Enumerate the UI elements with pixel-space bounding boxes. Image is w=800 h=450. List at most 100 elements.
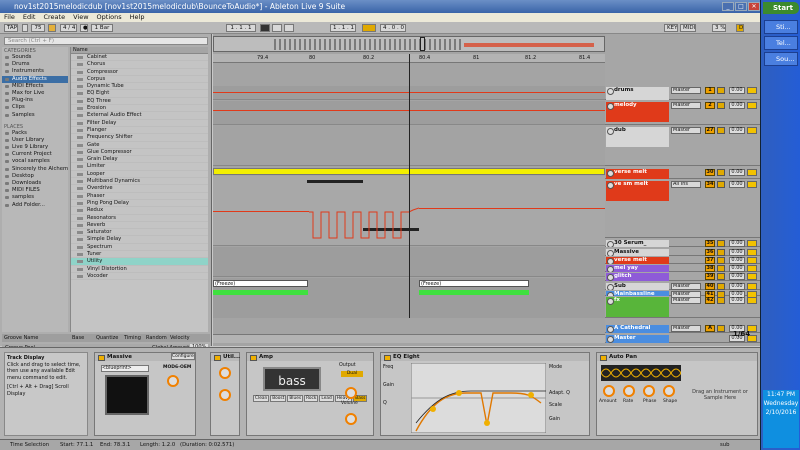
place-item[interactable]: MIDI FILES <box>2 187 68 194</box>
automation-curve[interactable] <box>309 202 419 240</box>
solo-button[interactable] <box>717 102 725 109</box>
play-button[interactable] <box>260 24 270 32</box>
solo-button[interactable] <box>717 325 725 332</box>
arm-button[interactable] <box>747 283 757 290</box>
amount-knob[interactable] <box>603 385 615 397</box>
browser-item[interactable]: Redux <box>71 207 208 215</box>
track-output-menu[interactable]: Master <box>671 102 701 109</box>
place-item[interactable]: Downloads <box>2 180 68 187</box>
browser-item[interactable]: Vocoder <box>71 273 208 281</box>
amp-mode-button[interactable]: Rock <box>304 395 319 402</box>
fx-clip[interactable] <box>419 290 529 295</box>
track-output-menu[interactable]: Master <box>671 283 701 290</box>
menu-edit[interactable]: Edit <box>19 13 40 21</box>
track-activator[interactable]: 1 <box>705 87 715 94</box>
base-col[interactable]: Base <box>72 334 96 342</box>
loop-switch[interactable] <box>362 24 376 32</box>
menu-options[interactable]: Options <box>93 13 126 21</box>
amp-type-display[interactable]: bass <box>263 367 321 391</box>
browser-item[interactable]: Flanger <box>71 127 208 135</box>
massive-device[interactable]: Massive Configure <blueprint> MOD6-OEM <box>94 352 196 436</box>
browser-item[interactable]: Vinyl Distortion <box>71 266 208 273</box>
name-column-header[interactable]: Name <box>71 47 208 54</box>
amp-title[interactable]: Amp <box>247 353 373 361</box>
track-name[interactable]: 30 Serum_ <box>606 240 669 247</box>
menu-help[interactable]: Help <box>126 13 149 21</box>
quantization-menu[interactable]: 1 Bar <box>91 24 113 32</box>
taskbar-item[interactable]: Sou... <box>764 52 798 66</box>
utility-knob[interactable] <box>219 389 231 401</box>
arm-button[interactable] <box>747 102 757 109</box>
track-volume[interactable]: 0.00 <box>729 181 745 188</box>
taskbar-item[interactable]: Tel... <box>764 36 798 50</box>
browser-item[interactable]: Looper <box>71 171 208 179</box>
arm-button[interactable] <box>747 257 757 264</box>
eq-title[interactable]: EQ Eight <box>381 353 589 361</box>
time-ruler-bottom[interactable] <box>213 334 605 343</box>
solo-button[interactable] <box>717 273 725 280</box>
amp-device[interactable]: Amp bass Clean Boost Blues Rock Lead Heavy Bas… <box>246 352 374 436</box>
track-header[interactable]: drums Master 1 0.00 <box>605 86 760 100</box>
key-map-button[interactable]: KEY <box>664 24 678 32</box>
drop-zone[interactable]: Drag an Instrument or Sample Here <box>685 389 755 401</box>
taskbar-item[interactable]: Sti... <box>764 20 798 34</box>
track-activator[interactable]: 2 <box>705 102 715 109</box>
browser-item[interactable]: Filter Delay <box>71 120 208 127</box>
eq-graph[interactable] <box>411 363 546 433</box>
browser-item[interactable]: EQ Eight <box>71 90 208 98</box>
freeze-clip[interactable]: (Freeze) <box>213 280 308 287</box>
category-item-audio-effects[interactable]: Audio Effects <box>2 75 68 83</box>
browser-item[interactable]: Phaser <box>71 193 208 200</box>
close-button[interactable]: ✕ <box>748 2 760 11</box>
shape-knob[interactable] <box>663 385 675 397</box>
solo-button[interactable] <box>717 249 725 256</box>
arrangement-position[interactable]: 1 . 1 . 1 <box>226 24 256 32</box>
browser-item[interactable]: Tuner <box>71 251 208 259</box>
track-name[interactable]: drums <box>606 87 669 100</box>
solo-button[interactable] <box>717 257 725 264</box>
arm-button[interactable] <box>747 169 757 176</box>
velocity-col[interactable]: Velocity <box>170 334 194 342</box>
browser-search-input[interactable]: Search (Ctrl + F) <box>4 37 208 45</box>
overview-viewport[interactable] <box>420 37 425 51</box>
track-volume[interactable]: 0.00 <box>729 297 745 304</box>
browser-item[interactable]: Corpus <box>71 76 208 84</box>
track-volume[interactable]: 0.00 <box>729 265 745 272</box>
track-header[interactable]: fx Master 42 0.00 <box>605 296 760 318</box>
clock-time[interactable]: 11:47 PM <box>763 390 799 399</box>
arm-button[interactable] <box>747 181 757 188</box>
nudge-button[interactable] <box>48 24 56 32</box>
arm-button[interactable] <box>747 127 757 134</box>
macro-knob[interactable] <box>167 375 179 387</box>
track-activator[interactable]: 40 <box>705 283 715 290</box>
track-volume[interactable]: 0.00 <box>729 87 745 94</box>
track-header[interactable]: Massive 36 0.00 <box>605 248 760 256</box>
browser-item[interactable]: Ping Pong Delay <box>71 200 208 208</box>
category-item[interactable]: Max for Live <box>2 90 68 97</box>
browser-item[interactable]: Saturator <box>71 229 208 237</box>
solo-button[interactable] <box>717 181 725 188</box>
category-item[interactable]: MIDI Effects <box>2 83 68 90</box>
track-output-menu[interactable]: Master <box>671 297 701 304</box>
track-name[interactable]: Sub <box>606 283 669 290</box>
menu-create[interactable]: Create <box>39 13 69 21</box>
track-name[interactable]: verse melt <box>606 169 669 179</box>
dry-wet-knob[interactable] <box>345 413 357 425</box>
track-name[interactable]: melody <box>606 102 669 122</box>
track-header[interactable]: verse melt 30 0.00 <box>605 168 760 179</box>
track-name[interactable]: Master <box>606 335 669 343</box>
browser-item[interactable]: EQ Three <box>71 98 208 106</box>
track-volume[interactable]: 0.00 <box>729 273 745 280</box>
browser-item[interactable]: Reverb <box>71 222 208 230</box>
fx-clip[interactable] <box>213 290 308 295</box>
arm-button[interactable] <box>747 87 757 94</box>
autopan-title[interactable]: Auto Pan <box>597 353 757 361</box>
browser-item[interactable]: Frequency Shifter <box>71 134 208 142</box>
track-volume[interactable]: 0.00 <box>729 249 745 256</box>
track-name[interactable]: verse melt <box>606 257 669 264</box>
place-item[interactable]: Sincerely the Alchemists <box>2 166 68 173</box>
browser-item[interactable]: Glue Compressor <box>71 149 208 157</box>
track-header[interactable]: Sub Master 40 0.00 <box>605 282 760 290</box>
track-header[interactable]: melody Master 2 0.00 <box>605 101 760 125</box>
place-item[interactable]: samples <box>2 194 68 201</box>
